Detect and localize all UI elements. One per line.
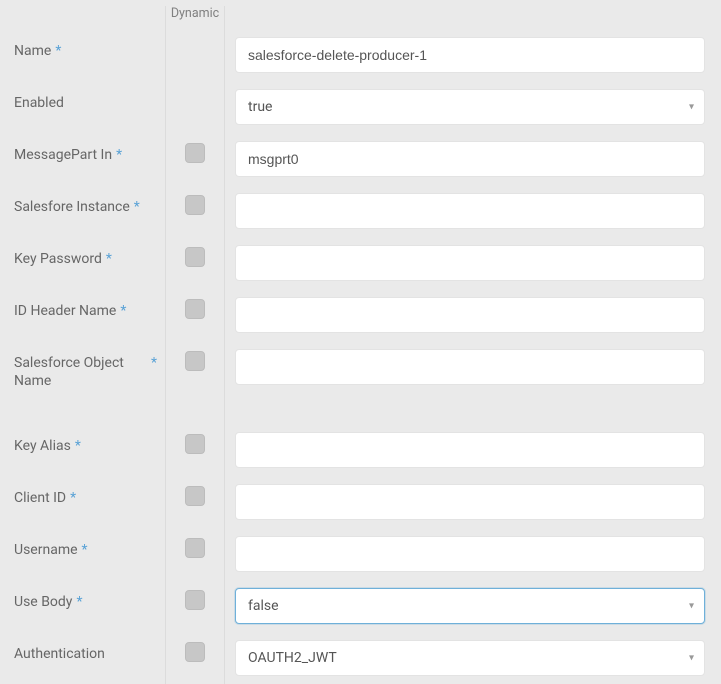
select-value: OAUTH2_JWT [248, 650, 337, 666]
username-input-cell [225, 528, 721, 580]
keypass-input-cell [225, 237, 721, 289]
idheader-dynamic-cell [165, 289, 225, 341]
msgin-label: MessagePart In* [0, 133, 165, 185]
name-label: Name* [0, 29, 165, 81]
required-asterisk: * [151, 355, 157, 373]
header-input-blank [225, 6, 721, 29]
objname-dynamic-cell [165, 341, 225, 404]
label-text: Salesforce Object Name [14, 355, 147, 390]
enabled-dynamic-cell [165, 81, 225, 133]
keyalias-input-cell [225, 424, 721, 476]
keyalias-dynamic-checkbox[interactable] [185, 434, 205, 454]
clientid-dynamic-checkbox[interactable] [185, 486, 205, 506]
keyalias-dynamic-cell [165, 424, 225, 476]
name-dynamic-cell [165, 29, 225, 81]
enabled-select[interactable]: true ▾ [235, 89, 705, 125]
msgin-dynamic-cell [165, 133, 225, 185]
select-value: true [248, 99, 272, 115]
username-label: Username* [0, 528, 165, 580]
label-text: Key Password [14, 251, 102, 269]
label-text: ID Header Name [14, 303, 116, 321]
name-input[interactable] [235, 37, 705, 73]
required-asterisk: * [116, 147, 122, 165]
objname-input[interactable] [235, 349, 705, 385]
label-text: Key Alias [14, 438, 71, 456]
enabled-input-cell: true ▾ [225, 81, 721, 133]
label-text: Client ID [14, 490, 66, 508]
label-text: Use Body [14, 594, 72, 612]
required-asterisk: * [70, 490, 76, 508]
required-asterisk: * [134, 199, 140, 217]
gap [0, 404, 165, 424]
msgin-dynamic-checkbox[interactable] [185, 143, 205, 163]
name-input-cell [225, 29, 721, 81]
chevron-down-icon: ▾ [689, 601, 694, 612]
auth-select[interactable]: OAUTH2_JWT ▾ [235, 640, 705, 676]
select-value: false [248, 598, 279, 614]
label-text: Username [14, 542, 78, 560]
clientid-input[interactable] [235, 484, 705, 520]
idheader-dynamic-checkbox[interactable] [185, 299, 205, 319]
keypass-dynamic-checkbox[interactable] [185, 247, 205, 267]
required-asterisk: * [75, 438, 81, 456]
instance-label: Salesfore Instance* [0, 185, 165, 237]
label-text: Authentication [14, 646, 105, 664]
gap [165, 404, 225, 424]
dynamic-column-header: Dynamic [165, 6, 225, 29]
clientid-input-cell [225, 476, 721, 528]
required-asterisk: * [55, 43, 61, 61]
usebody-dynamic-checkbox[interactable] [185, 590, 205, 610]
keypass-input[interactable] [235, 245, 705, 281]
usebody-input-cell: false ▾ [225, 580, 721, 632]
required-asterisk: * [76, 594, 82, 612]
auth-label: Authentication [0, 632, 165, 684]
idheader-input-cell [225, 289, 721, 341]
idheader-label: ID Header Name* [0, 289, 165, 341]
required-asterisk: * [82, 542, 88, 560]
chevron-down-icon: ▾ [689, 102, 694, 113]
objname-label: Salesforce Object Name* [0, 341, 165, 404]
usebody-dynamic-cell [165, 580, 225, 632]
usebody-label: Use Body* [0, 580, 165, 632]
instance-dynamic-checkbox[interactable] [185, 195, 205, 215]
keypass-label: Key Password* [0, 237, 165, 289]
msgin-input[interactable] [235, 141, 705, 177]
objname-input-cell [225, 341, 721, 404]
clientid-label: Client ID* [0, 476, 165, 528]
keypass-dynamic-cell [165, 237, 225, 289]
enabled-label: Enabled [0, 81, 165, 133]
label-text: Salesfore Instance [14, 199, 130, 217]
required-asterisk: * [106, 251, 112, 269]
label-text: MessagePart In [14, 147, 112, 165]
username-input[interactable] [235, 536, 705, 572]
instance-input-cell [225, 185, 721, 237]
msgin-input-cell [225, 133, 721, 185]
objname-dynamic-checkbox[interactable] [185, 351, 205, 371]
chevron-down-icon: ▾ [689, 653, 694, 664]
instance-dynamic-cell [165, 185, 225, 237]
username-dynamic-checkbox[interactable] [185, 538, 205, 558]
instance-input[interactable] [235, 193, 705, 229]
auth-dynamic-checkbox[interactable] [185, 642, 205, 662]
usebody-select[interactable]: false ▾ [235, 588, 705, 624]
required-asterisk: * [120, 303, 126, 321]
keyalias-label: Key Alias* [0, 424, 165, 476]
label-text: Name [14, 43, 51, 61]
username-dynamic-cell [165, 528, 225, 580]
keyalias-input[interactable] [235, 432, 705, 468]
clientid-dynamic-cell [165, 476, 225, 528]
idheader-input[interactable] [235, 297, 705, 333]
auth-dynamic-cell [165, 632, 225, 684]
gap [225, 404, 721, 424]
header-label-blank [0, 6, 165, 29]
auth-input-cell: OAUTH2_JWT ▾ [225, 632, 721, 684]
label-text: Enabled [14, 95, 64, 113]
